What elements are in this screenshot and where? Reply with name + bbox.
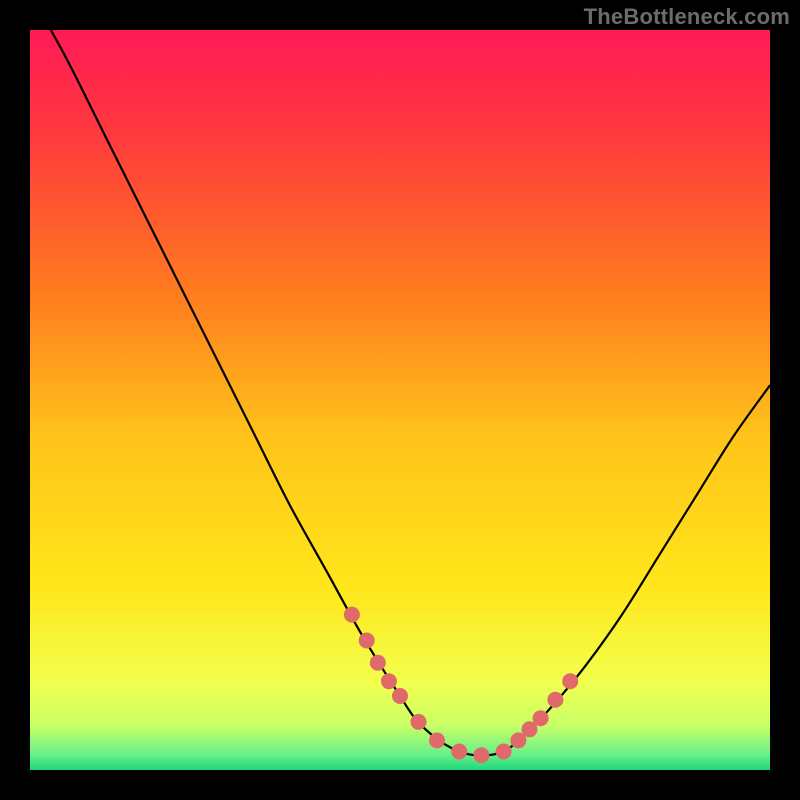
chart-dot	[473, 747, 489, 763]
chart-dot	[359, 633, 375, 649]
chart-dot	[496, 744, 512, 760]
chart-dot	[370, 655, 386, 671]
chart-dot	[429, 732, 445, 748]
watermark-text: TheBottleneck.com	[584, 4, 790, 30]
chart-svg	[30, 30, 770, 770]
chart-dot	[562, 673, 578, 689]
chart-gradient-background	[30, 30, 770, 770]
chart-dot	[344, 607, 360, 623]
chart-plot-area	[30, 30, 770, 770]
chart-dot	[451, 744, 467, 760]
chart-dot	[392, 688, 408, 704]
chart-dot	[381, 673, 397, 689]
chart-dot	[533, 710, 549, 726]
chart-dot	[547, 692, 563, 708]
chart-dot	[411, 714, 427, 730]
